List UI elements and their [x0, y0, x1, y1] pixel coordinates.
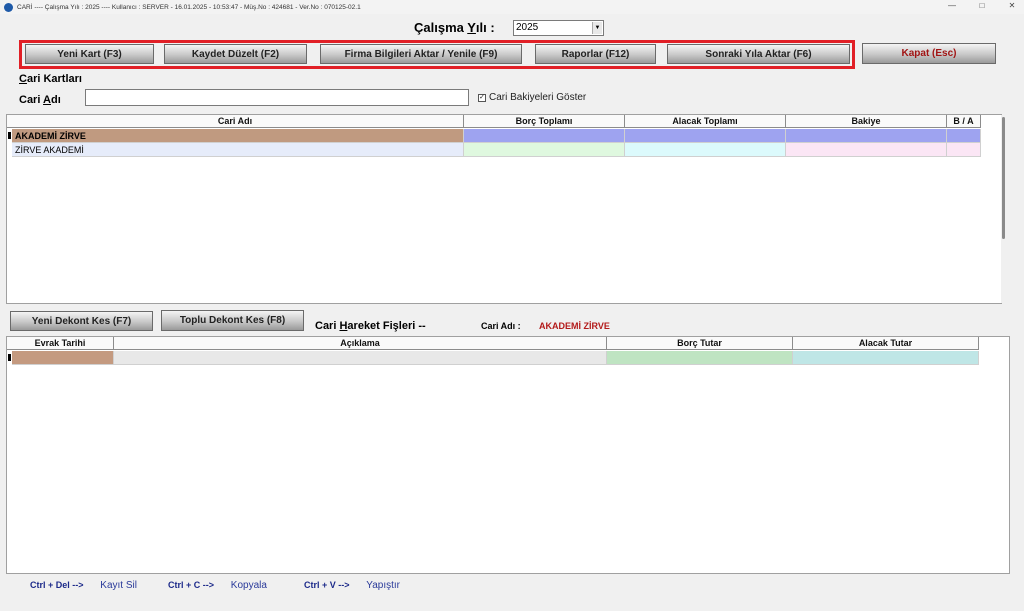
movement-debit-cell[interactable]: [607, 351, 793, 365]
movement-credit-cell[interactable]: [793, 351, 979, 365]
cards-grid[interactable]: Cari Adı Borç Toplamı Alacak Toplamı Bak…: [6, 114, 1006, 304]
new-receipt-button[interactable]: Yeni Dekont Kes (F7): [10, 311, 153, 331]
show-balances-checkbox[interactable]: ✓: [478, 93, 486, 102]
movements-grid[interactable]: Evrak Tarihi Açıklama Borç Tutar Alacak …: [6, 336, 1010, 574]
selected-cari-label: Cari Adı :: [481, 321, 521, 331]
year-value: 2025: [516, 22, 539, 33]
chevron-down-icon[interactable]: ▼: [592, 22, 602, 34]
app-icon: [4, 2, 13, 12]
col-header-credit-amount[interactable]: Alacak Tutar: [793, 337, 979, 350]
table-row-ba[interactable]: [947, 129, 981, 143]
cards-scrollbar-thumb[interactable]: [1002, 117, 1005, 239]
table-row-name[interactable]: AKADEMİ ZİRVE: [12, 129, 464, 143]
table-row-balance[interactable]: [786, 129, 947, 143]
movements-title: Cari Hareket Fişleri --: [315, 320, 426, 332]
window-controls: — □ ✕: [946, 1, 1018, 10]
new-card-button[interactable]: Yeni Kart (F3): [25, 44, 154, 64]
company-transfer-button[interactable]: Firma Bilgileri Aktar / Yenile (F9): [320, 44, 522, 64]
maximize-icon[interactable]: □: [976, 1, 988, 10]
next-year-button[interactable]: Sonraki Yıla Aktar (F6): [667, 44, 850, 64]
movement-date-cell[interactable]: [12, 351, 114, 365]
cards-scrollbar[interactable]: [1001, 115, 1006, 303]
table-row-debit[interactable]: [464, 143, 625, 157]
cari-name-label: Cari Adı: [19, 94, 61, 106]
table-row-debit[interactable]: [464, 129, 625, 143]
selected-cari-value: AKADEMİ ZİRVE: [539, 321, 610, 331]
bulk-receipt-button[interactable]: Toplu Dekont Kes (F8): [161, 310, 304, 331]
table-row-credit[interactable]: [625, 129, 786, 143]
cari-name-input[interactable]: [85, 89, 469, 106]
reports-button[interactable]: Raporlar (F12): [535, 44, 656, 64]
table-row-name[interactable]: ZİRVE AKADEMİ: [12, 143, 464, 157]
table-row-credit[interactable]: [625, 143, 786, 157]
col-header-ba[interactable]: B / A: [947, 115, 981, 128]
col-header-credit-total[interactable]: Alacak Toplamı: [625, 115, 786, 128]
save-edit-button[interactable]: Kaydet Düzelt (F2): [164, 44, 307, 64]
movement-description-cell[interactable]: [114, 351, 607, 365]
col-header-balance[interactable]: Bakiye: [786, 115, 947, 128]
show-balances-option[interactable]: ✓ Cari Bakiyeleri Göster: [478, 92, 586, 103]
col-header-document-date[interactable]: Evrak Tarihi: [7, 337, 114, 350]
shortcut-paste: Ctrl + V --> Yapıştır: [304, 580, 401, 591]
shortcut-copy: Ctrl + C --> Kopyala: [168, 580, 267, 591]
col-header-debit-amount[interactable]: Borç Tutar: [607, 337, 793, 350]
year-label: Çalışma Yılı :: [414, 20, 495, 35]
cards-section-title: Cari Kartları: [19, 73, 82, 85]
col-header-debit-total[interactable]: Borç Toplamı: [464, 115, 625, 128]
show-balances-label: Cari Bakiyeleri Göster: [489, 92, 587, 103]
window-title: CARİ ---- Çalışma Yılı : 2025 ---- Kulla…: [17, 3, 361, 11]
shortcut-delete: Ctrl + Del --> Kayıt Sil: [30, 580, 137, 591]
exit-button[interactable]: Kapat (Esc): [862, 43, 996, 64]
year-select[interactable]: 2025 ▼: [513, 20, 604, 36]
col-header-cari-adi[interactable]: Cari Adı: [7, 115, 464, 128]
minimize-icon[interactable]: —: [946, 1, 958, 10]
table-row-ba[interactable]: [947, 143, 981, 157]
title-bar: CARİ ---- Çalışma Yılı : 2025 ---- Kulla…: [0, 0, 1024, 14]
table-row-balance[interactable]: [786, 143, 947, 157]
close-icon[interactable]: ✕: [1006, 1, 1018, 10]
col-header-description[interactable]: Açıklama: [114, 337, 607, 350]
